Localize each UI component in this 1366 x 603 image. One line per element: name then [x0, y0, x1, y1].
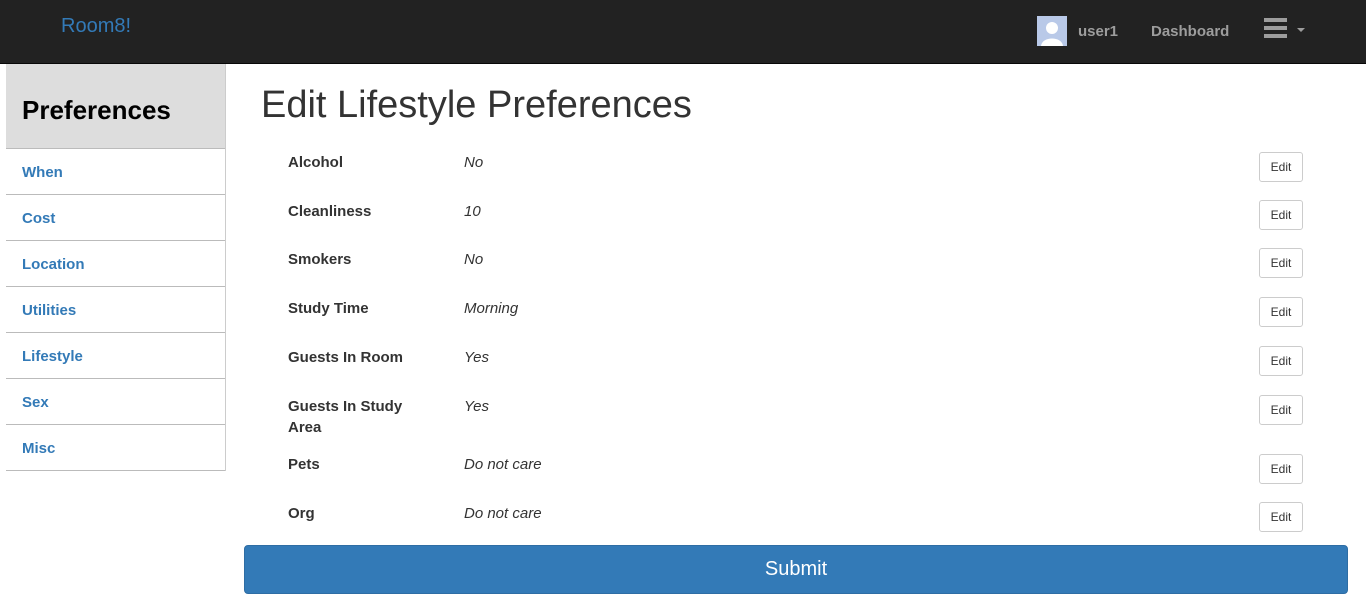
preference-value: 10: [464, 203, 481, 220]
caret-down-icon: [1297, 28, 1305, 32]
sidebar-item-cost[interactable]: Cost: [6, 195, 225, 241]
top-navbar: Room8! user1 Dashboard: [0, 0, 1366, 64]
sidebar-item-label[interactable]: Utilities: [22, 302, 76, 319]
user-avatar-icon[interactable]: [1037, 16, 1067, 46]
sidebar-item-when[interactable]: When: [6, 149, 225, 195]
submit-button[interactable]: Submit: [244, 545, 1348, 594]
sidebar-item-sex[interactable]: Sex: [6, 379, 225, 425]
dashboard-link[interactable]: Dashboard: [1151, 23, 1229, 40]
edit-pets-button[interactable]: Edit: [1259, 454, 1303, 484]
preference-value: No: [464, 251, 484, 268]
brand-link[interactable]: Room8!: [61, 15, 131, 38]
preference-value: Yes: [464, 349, 490, 366]
sidebar-item-location[interactable]: Location: [6, 241, 225, 287]
page-title: Edit Lifestyle Preferences: [261, 84, 692, 126]
edit-guests-in-study-area-button[interactable]: Edit: [1259, 395, 1303, 425]
preference-value: Yes: [464, 398, 490, 415]
edit-org-button[interactable]: Edit: [1259, 502, 1303, 532]
edit-alcohol-button[interactable]: Edit: [1259, 152, 1303, 182]
preference-value: No: [464, 154, 484, 171]
edit-smokers-button[interactable]: Edit: [1259, 248, 1303, 278]
sidebar-item-label[interactable]: When: [22, 164, 63, 181]
sidebar-header: Preferences: [6, 64, 225, 149]
preference-value: Do not care: [464, 505, 542, 522]
sidebar-item-label[interactable]: Cost: [22, 210, 55, 227]
preference-label: Guests In Study Area: [288, 398, 403, 436]
preferences-sidebar: Preferences When Cost Location Utilities…: [6, 64, 226, 471]
preference-value: Morning: [464, 300, 519, 317]
sidebar-item-label[interactable]: Location: [22, 256, 85, 273]
menu-dropdown-toggle[interactable]: [1262, 18, 1308, 46]
preference-label: Study Time: [288, 300, 369, 317]
sidebar-item-utilities[interactable]: Utilities: [6, 287, 225, 333]
sidebar-item-lifestyle[interactable]: Lifestyle: [6, 333, 225, 379]
preference-label: Pets: [288, 456, 320, 473]
preference-label: Org: [288, 505, 315, 522]
username-link[interactable]: user1: [1078, 23, 1118, 40]
sidebar-item-label[interactable]: Lifestyle: [22, 348, 83, 365]
sidebar-item-label[interactable]: Misc: [22, 440, 55, 457]
preference-label: Guests In Room: [288, 349, 404, 366]
preference-value: Do not care: [464, 456, 542, 473]
preference-label: Cleanliness: [288, 203, 372, 220]
sidebar-item-label[interactable]: Sex: [22, 394, 49, 411]
edit-guests-in-room-button[interactable]: Edit: [1259, 346, 1303, 376]
preference-label: Smokers: [288, 251, 352, 268]
sidebar-item-misc[interactable]: Misc: [6, 425, 225, 471]
sidebar-title: Preferences: [22, 95, 171, 125]
preference-label: Alcohol: [288, 154, 343, 171]
edit-cleanliness-button[interactable]: Edit: [1259, 200, 1303, 230]
edit-study-time-button[interactable]: Edit: [1259, 297, 1303, 327]
